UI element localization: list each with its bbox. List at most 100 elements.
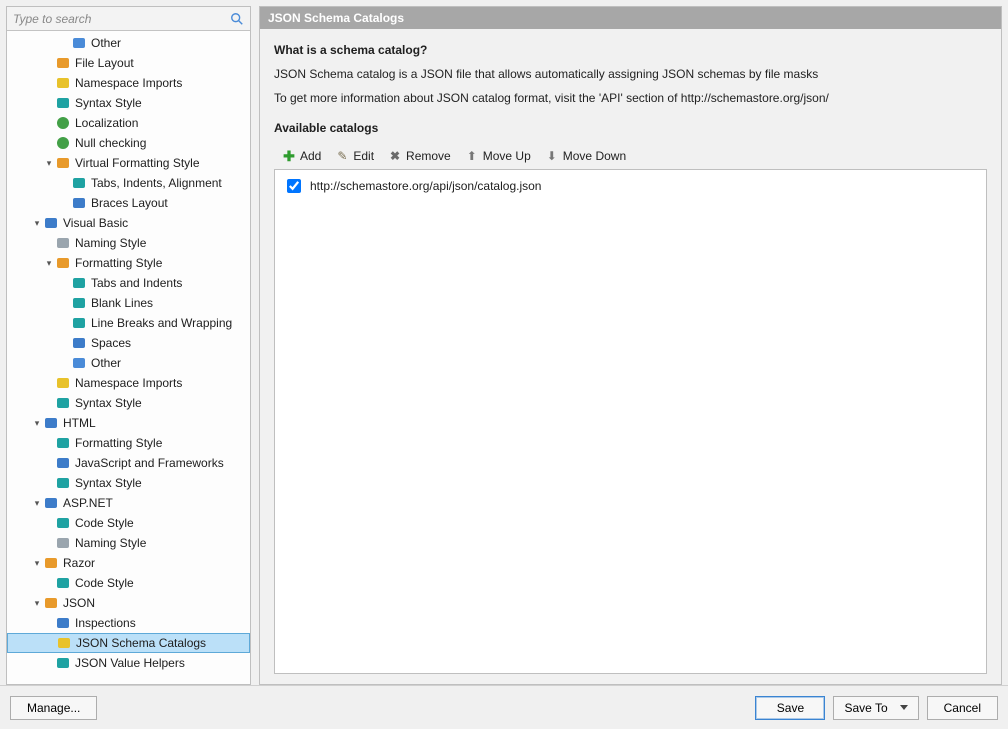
catalog-item[interactable]: http://schemastore.org/api/json/catalog.… [283,176,978,196]
tree-label: Formatting Style [75,253,162,273]
chevron-down-icon[interactable]: ▾ [43,153,55,173]
tree-item-razor[interactable]: ▾ Razor [7,553,250,573]
tree-item-tabs-indents-alignment[interactable]: Tabs, Indents, Alignment [7,173,250,193]
style-icon [55,575,71,591]
file-icon [71,35,87,51]
page-title: JSON Schema Catalogs [260,7,1001,29]
imports-icon [55,375,71,391]
move-down-button[interactable]: ⬇ Move Down [545,149,626,163]
shield-icon [55,135,71,151]
plus-icon: ✚ [282,149,296,163]
description-1: JSON Schema catalog is a JSON file that … [274,67,987,81]
tree-label: JavaScript and Frameworks [75,453,224,473]
braces-icon [71,195,87,211]
tree-label: Other [91,33,121,53]
tree-item-aspnet[interactable]: ▾ ASP.NET [7,493,250,513]
tree-item-html-formatting[interactable]: Formatting Style [7,433,250,453]
tree-label: Virtual Formatting Style [75,153,200,173]
details-panel: JSON Schema Catalogs What is a schema ca… [259,6,1002,685]
tree-item-naming-style[interactable]: Naming Style [7,233,250,253]
file-icon [71,355,87,371]
tree-label: ASP.NET [63,493,113,513]
tree-item-other-2[interactable]: Other [7,353,250,373]
tree-label: Visual Basic [63,213,128,233]
vb-icon [43,215,59,231]
tree-item-spaces[interactable]: Spaces [7,333,250,353]
settings-tree-scroll[interactable]: Other File Layout Namespace Imports Synt… [7,31,250,684]
tree-label: Namespace Imports [75,73,182,93]
tree-label: Blank Lines [91,293,153,313]
chevron-down-icon[interactable]: ▾ [31,493,43,513]
format-icon [55,435,71,451]
wrap-icon [71,315,87,331]
tree-item-json-schema-catalogs[interactable]: JSON Schema Catalogs [7,633,250,653]
tree-item-razor-code-style[interactable]: Code Style [7,573,250,593]
chevron-down-icon[interactable]: ▾ [31,413,43,433]
save-button[interactable]: Save [755,696,825,720]
helpers-icon [55,655,71,671]
catalog-item-label: http://schemastore.org/api/json/catalog.… [310,179,541,193]
tree-label: Null checking [75,133,146,153]
tree-item-inspections[interactable]: Inspections [7,613,250,633]
tree-item-tabs-and-indents[interactable]: Tabs and Indents [7,273,250,293]
move-up-label: Move Up [483,149,531,163]
tree-label: Line Breaks and Wrapping [91,313,232,333]
search-icon[interactable] [227,9,247,29]
chevron-down-icon[interactable]: ▾ [31,553,43,573]
tree-item-asp-naming[interactable]: Naming Style [7,533,250,553]
available-catalogs-heading: Available catalogs [274,121,987,135]
naming-icon [55,535,71,551]
indent-icon [71,175,87,191]
tree-item-namespace-imports-2[interactable]: Namespace Imports [7,373,250,393]
tree-item-virtual-formatting[interactable]: ▾ Virtual Formatting Style [7,153,250,173]
cancel-button[interactable]: Cancel [927,696,998,720]
move-up-button[interactable]: ⬆ Move Up [465,149,531,163]
tree-item-json[interactable]: ▾ JSON [7,593,250,613]
add-label: Add [300,149,321,163]
tree-item-formatting-style[interactable]: ▾ Formatting Style [7,253,250,273]
edit-label: Edit [353,149,374,163]
chevron-down-icon[interactable]: ▾ [43,253,55,273]
tree-item-html-syntax[interactable]: Syntax Style [7,473,250,493]
tree-item-namespace-imports[interactable]: Namespace Imports [7,73,250,93]
tree-label: File Layout [75,53,134,73]
tree-label: HTML [63,413,96,433]
tree-item-visual-basic[interactable]: ▾ Visual Basic [7,213,250,233]
catalog-item-checkbox[interactable] [287,179,301,193]
tree-item-file-layout[interactable]: File Layout [7,53,250,73]
tree-label: Inspections [75,613,136,633]
html-icon [43,415,59,431]
remove-button[interactable]: ✖ Remove [388,149,451,163]
tree-item-line-breaks[interactable]: Line Breaks and Wrapping [7,313,250,333]
format-icon [55,155,71,171]
tree-item-braces-layout[interactable]: Braces Layout [7,193,250,213]
catalog-toolbar: ✚ Add ✎ Edit ✖ Remove ⬆ Move Up [274,145,987,169]
globe-icon [55,115,71,131]
tree-item-other[interactable]: Other [7,33,250,53]
style-icon [55,475,71,491]
chevron-down-icon[interactable]: ▾ [31,593,43,613]
save-to-button[interactable]: Save To [833,696,918,720]
manage-button[interactable]: Manage... [10,696,97,720]
chevron-down-icon[interactable]: ▾ [31,213,43,233]
tree-item-localization[interactable]: Localization [7,113,250,133]
tree-item-null-checking[interactable]: Null checking [7,133,250,153]
tree-item-asp-code-style[interactable]: Code Style [7,513,250,533]
edit-button[interactable]: ✎ Edit [335,149,374,163]
tree-label: Syntax Style [75,393,142,413]
spaces-icon [71,335,87,351]
tree-item-json-value-helpers[interactable]: JSON Value Helpers [7,653,250,673]
tree-item-html[interactable]: ▾ HTML [7,413,250,433]
tree-item-blank-lines[interactable]: Blank Lines [7,293,250,313]
add-button[interactable]: ✚ Add [282,149,321,163]
tree-label: Tabs and Indents [91,273,182,293]
js-icon [55,455,71,471]
tree-item-syntax-style-2[interactable]: Syntax Style [7,393,250,413]
razor-icon [43,555,59,571]
catalog-list[interactable]: http://schemastore.org/api/json/catalog.… [274,169,987,674]
remove-icon: ✖ [388,149,402,163]
tree-label: Naming Style [75,233,146,253]
tree-item-js-frameworks[interactable]: JavaScript and Frameworks [7,453,250,473]
tree-item-syntax-style[interactable]: Syntax Style [7,93,250,113]
search-input[interactable] [7,9,227,29]
